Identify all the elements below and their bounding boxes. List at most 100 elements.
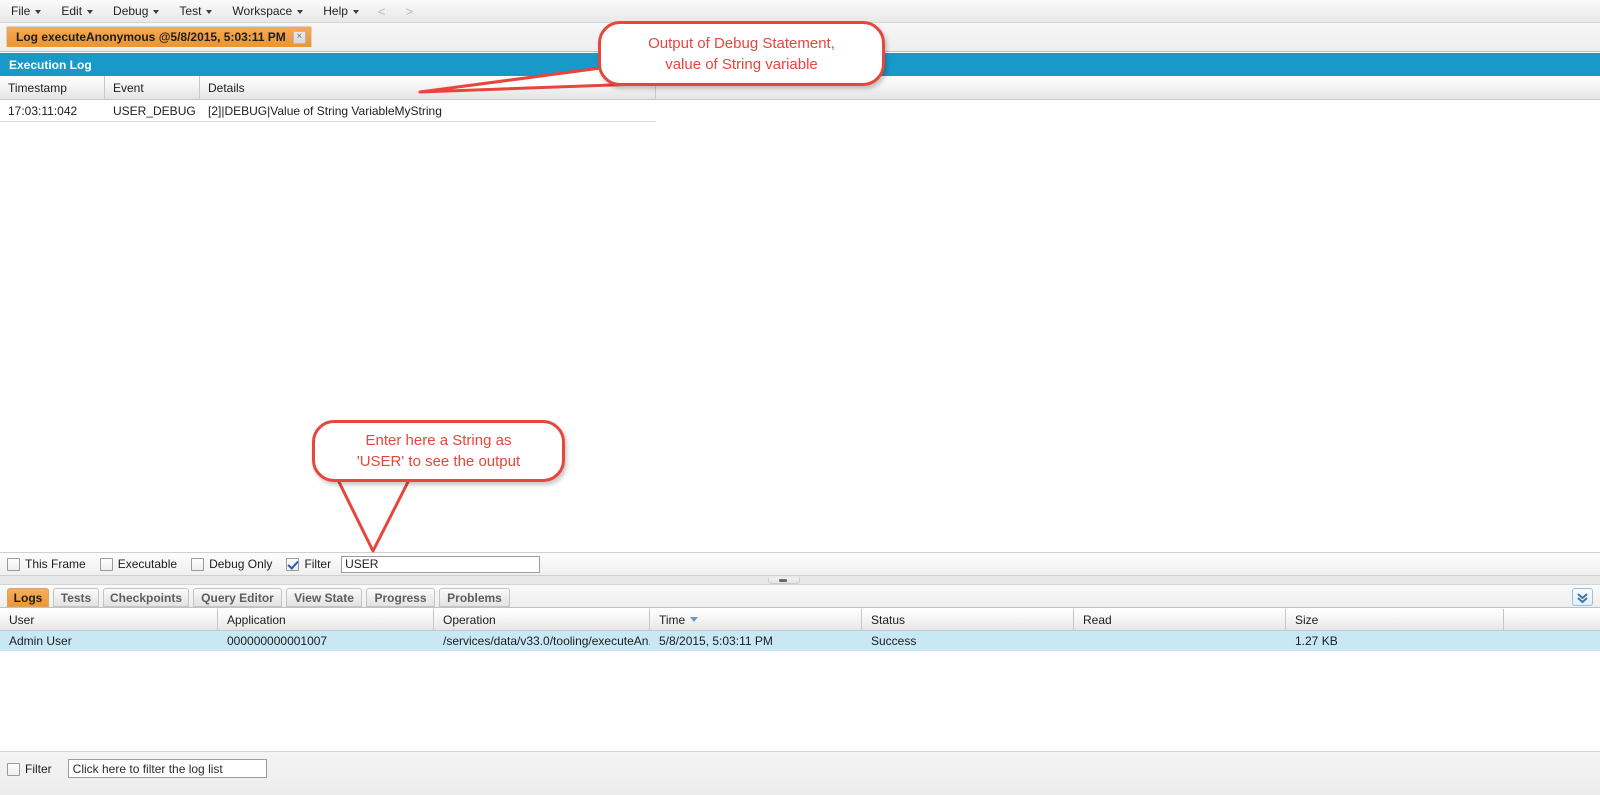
checkbox-this-frame[interactable]: This Frame xyxy=(7,557,86,571)
checkbox-filter-label: Filter xyxy=(304,557,332,571)
tab-tests[interactable]: Tests xyxy=(53,588,99,607)
menu-item-test[interactable]: Test xyxy=(170,2,221,21)
cell-status: Success xyxy=(871,634,917,648)
salesforce-developer-console: File Edit Debug Test Workspace Help < > … xyxy=(0,0,1600,795)
chevron-down-icon xyxy=(153,10,160,14)
column-header-time-label: Time xyxy=(659,612,686,627)
checkbox-executable-box[interactable] xyxy=(99,557,113,571)
execution-log-body xyxy=(0,100,1600,552)
tab-progress[interactable]: Progress xyxy=(366,588,435,607)
menu-item-workspace-label: Workspace xyxy=(232,4,293,18)
menu-item-file-label: File xyxy=(11,4,31,18)
checkbox-debug-only[interactable]: Debug Only xyxy=(191,557,272,571)
column-header-user-label: User xyxy=(9,612,35,627)
tab-problems-label: Problems xyxy=(447,590,502,605)
document-tab-label: Log executeAnonymous @5/8/2015, 5:03:11 … xyxy=(16,30,286,44)
column-header-status-label: Status xyxy=(871,612,906,627)
column-header-size-label: Size xyxy=(1295,612,1319,627)
panel-splitter[interactable] xyxy=(0,576,1600,584)
chevron-down-icon xyxy=(352,10,359,14)
chevron-down-icon xyxy=(87,10,94,14)
splitter-grip-icon xyxy=(779,579,787,582)
menu-item-debug-label: Debug xyxy=(113,4,149,18)
cell-application: 000000000001007 xyxy=(227,634,328,648)
bottom-tab-bar: Logs Tests Checkpoints Query Editor View… xyxy=(0,584,1600,608)
tab-view-state[interactable]: View State xyxy=(286,588,362,607)
column-header-timestamp-label: Timestamp xyxy=(8,80,67,95)
checkbox-log-list-filter[interactable]: Filter xyxy=(7,762,52,776)
column-header-status[interactable]: Status xyxy=(862,609,1074,630)
cell-timestamp: 17:03:11:042 xyxy=(8,103,78,118)
checkbox-log-list-filter-label: Filter xyxy=(25,762,52,776)
log-list-body xyxy=(0,651,1600,751)
chevron-down-icon xyxy=(297,10,304,14)
menu-item-help-label: Help xyxy=(323,4,348,18)
column-header-application-label: Application xyxy=(227,612,286,627)
column-header-read-label: Read xyxy=(1083,612,1112,627)
chevron-double-down-icon[interactable] xyxy=(1572,588,1593,606)
checkbox-executable[interactable]: Executable xyxy=(99,557,178,571)
menu-bar: File Edit Debug Test Workspace Help < > xyxy=(0,0,1600,23)
nav-forward-icon[interactable]: > xyxy=(396,4,424,19)
log-list-column-headers: User Application Operation Time Status R… xyxy=(0,609,1600,631)
column-header-application[interactable]: Application xyxy=(218,609,434,630)
column-header-user[interactable]: User xyxy=(0,609,218,630)
tab-tests-label: Tests xyxy=(60,590,92,605)
document-tab-strip: Log executeAnonymous @5/8/2015, 5:03:11 … xyxy=(0,23,1600,52)
checkbox-this-frame-box[interactable] xyxy=(7,557,20,571)
tab-query-editor[interactable]: Query Editor xyxy=(193,588,282,607)
sort-descending-icon xyxy=(690,617,699,622)
checkbox-executable-label: Executable xyxy=(117,557,178,571)
column-header-details-label: Details xyxy=(208,80,245,95)
checkbox-log-list-filter-box[interactable] xyxy=(7,762,20,776)
menu-item-file[interactable]: File xyxy=(2,2,50,21)
cell-details: [2]|DEBUG|Value of String VariableMyStri… xyxy=(208,103,442,118)
tab-query-editor-label: Query Editor xyxy=(201,590,274,605)
cell-read xyxy=(1074,631,1286,651)
execution-log-filter-input[interactable] xyxy=(341,555,541,573)
column-header-event-label: Event xyxy=(113,80,144,95)
checkbox-debug-only-box[interactable] xyxy=(191,557,205,571)
checkbox-this-frame-label: This Frame xyxy=(25,557,86,571)
column-header-operation-label: Operation xyxy=(443,612,496,627)
menu-item-test-label: Test xyxy=(179,4,202,18)
row-divider xyxy=(0,121,656,122)
cell-user: Admin User xyxy=(9,634,72,648)
table-row[interactable]: 17:03:11:042 USER_DEBUG [2]|DEBUG|Value … xyxy=(0,100,1600,122)
cell-time: 5/8/2015, 5:03:11 PM xyxy=(659,634,773,648)
table-row[interactable]: Admin User 000000000001007 /services/dat… xyxy=(0,631,1600,651)
column-header-operation[interactable]: Operation xyxy=(434,609,650,630)
document-tab-log-executeanonymous[interactable]: Log executeAnonymous @5/8/2015, 5:03:11 … xyxy=(6,26,312,47)
tab-logs-label: Logs xyxy=(13,590,43,605)
log-list-filter-input[interactable] xyxy=(67,759,267,778)
tab-logs[interactable]: Logs xyxy=(7,588,49,607)
tab-problems[interactable]: Problems xyxy=(439,588,510,607)
execution-log-column-headers: Timestamp Event Details xyxy=(0,76,1600,100)
cell-size: 1.27 KB xyxy=(1295,634,1338,648)
menu-item-workspace[interactable]: Workspace xyxy=(223,2,312,21)
tab-checkpoints-label: Checkpoints xyxy=(109,590,182,605)
close-icon[interactable]: × xyxy=(292,30,306,44)
menu-item-help[interactable]: Help xyxy=(314,2,368,21)
menu-item-debug[interactable]: Debug xyxy=(104,2,168,21)
execution-log-header: Execution Log xyxy=(0,53,1600,76)
column-header-event[interactable]: Event xyxy=(105,76,200,99)
checkbox-filter-box[interactable] xyxy=(286,557,300,571)
column-header-time[interactable]: Time xyxy=(650,609,862,630)
nav-back-icon[interactable]: < xyxy=(368,4,396,19)
tab-view-state-label: View State xyxy=(294,590,354,605)
cell-event: USER_DEBUG xyxy=(113,103,196,118)
column-header-spacer xyxy=(1504,609,1600,630)
log-list-filter-bar: Filter xyxy=(0,751,1600,795)
menu-item-edit[interactable]: Edit xyxy=(52,2,102,21)
chevron-down-icon xyxy=(206,10,213,14)
column-header-timestamp[interactable]: Timestamp xyxy=(0,76,105,99)
execution-log-filter-bar: This Frame Executable Debug Only Filter xyxy=(0,552,1600,576)
tab-progress-label: Progress xyxy=(374,590,427,605)
column-header-read[interactable]: Read xyxy=(1074,609,1286,630)
column-header-size[interactable]: Size xyxy=(1286,609,1504,630)
column-header-details[interactable]: Details xyxy=(200,76,656,99)
checkbox-debug-only-label: Debug Only xyxy=(209,557,273,571)
tab-checkpoints[interactable]: Checkpoints xyxy=(103,588,189,607)
checkbox-filter[interactable]: Filter xyxy=(286,557,331,571)
